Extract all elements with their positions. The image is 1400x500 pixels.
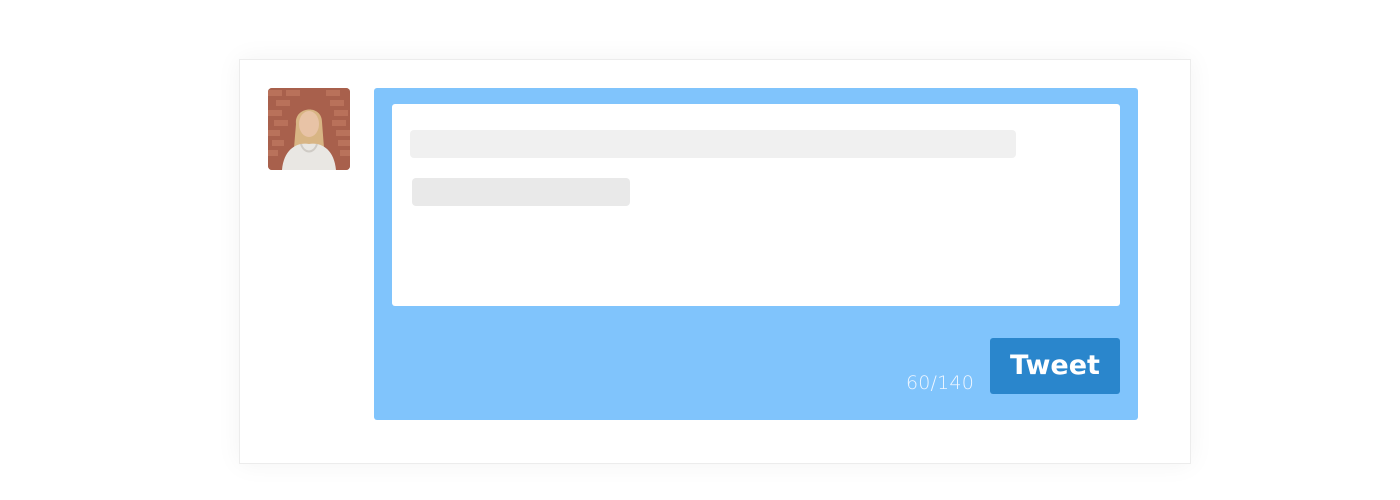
avatar-photo bbox=[268, 88, 350, 170]
character-counter: 60/140 bbox=[905, 372, 974, 394]
tweet-text-input[interactable] bbox=[392, 104, 1120, 306]
tweet-button[interactable]: Tweet bbox=[990, 338, 1120, 394]
compose-panel: 60/140 Tweet bbox=[374, 88, 1138, 420]
tweet-composer-card: 60/140 Tweet bbox=[239, 59, 1191, 464]
text-placeholder-line bbox=[410, 130, 1016, 158]
avatar bbox=[268, 88, 350, 170]
text-placeholder-line bbox=[412, 178, 630, 206]
